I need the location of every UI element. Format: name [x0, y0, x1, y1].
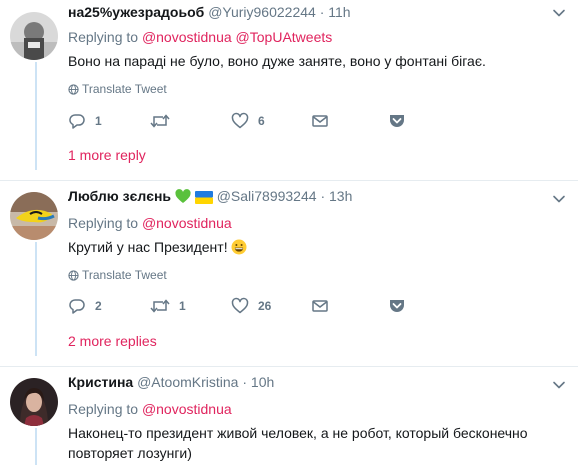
separator-dot: ·: [320, 188, 326, 204]
tweet-1[interactable]: на25%ужезрадоьоб @Yuriy96022244 · 11h Re…: [0, 0, 578, 180]
replying-prefix: Replying to: [68, 215, 139, 231]
like-button[interactable]: 26: [231, 296, 271, 316]
retweet-button[interactable]: [150, 111, 179, 131]
more-replies-link[interactable]: 2 more replies: [68, 333, 157, 349]
thread-line: [35, 428, 37, 465]
reply-icon: [69, 299, 85, 314]
translate-tweet-link[interactable]: Translate Tweet: [68, 82, 167, 96]
display-name[interactable]: Люблю зєлєнь: [68, 188, 171, 204]
ukraine-flag-icon: [194, 191, 213, 204]
timestamp[interactable]: 11h: [328, 4, 350, 20]
replying-prefix: Replying to: [68, 401, 139, 417]
chevron-down-icon[interactable]: [552, 6, 566, 20]
tweet-text: Наконец-то президент живой человек, а не…: [68, 423, 568, 463]
reply-count: 2: [95, 299, 102, 313]
tweet-2[interactable]: Люблю зєлєнь @Sali78993244 · 13h Replyin…: [0, 180, 578, 366]
timestamp[interactable]: 13h: [329, 188, 352, 204]
green-heart-icon: [175, 189, 191, 203]
avatar[interactable]: [10, 12, 58, 60]
heart-icon: [231, 112, 249, 129]
save-to-pocket-button[interactable]: [388, 296, 406, 316]
chevron-down-icon[interactable]: [552, 192, 566, 206]
replying-prefix: Replying to: [68, 29, 139, 45]
retweet-icon: [150, 114, 170, 128]
separator-dot: ·: [242, 374, 248, 390]
user-handle[interactable]: @AtoomKristina: [137, 374, 238, 390]
grinning-face-icon: [231, 239, 247, 255]
mention-link[interactable]: @novostidnua: [142, 29, 232, 45]
tweet-header: на25%ужезрадоьоб @Yuriy96022244 · 11h: [68, 4, 351, 20]
retweet-button[interactable]: 1: [150, 296, 186, 316]
direct-message-button[interactable]: [311, 111, 329, 131]
thread-line: [35, 242, 37, 356]
replying-to: Replying to @novostidnua: [68, 215, 232, 231]
heart-icon: [231, 297, 249, 314]
retweet-count: 1: [179, 299, 186, 313]
reply-count: 1: [95, 114, 102, 128]
thread-line: [35, 62, 37, 170]
direct-message-button[interactable]: [311, 296, 329, 316]
avatar[interactable]: [10, 378, 58, 426]
retweet-icon: [150, 299, 170, 313]
avatar[interactable]: [10, 192, 58, 240]
separator-dot: ·: [319, 4, 325, 20]
like-count: 6: [258, 114, 265, 128]
envelope-icon: [312, 115, 328, 127]
like-count: 26: [258, 299, 272, 313]
reply-icon: [69, 114, 85, 129]
more-replies-link[interactable]: 1 more reply: [68, 147, 146, 163]
user-handle[interactable]: @Sali78993244: [217, 188, 317, 204]
replying-to: Replying to @novostidnua @TopUAtweets: [68, 29, 332, 45]
pocket-icon: [390, 115, 404, 127]
globe-icon: [68, 270, 79, 281]
chevron-down-icon[interactable]: [552, 378, 566, 392]
envelope-icon: [312, 300, 328, 312]
tweet-text-content: Крутий у нас Президент!: [68, 239, 228, 255]
reply-button[interactable]: 2: [68, 296, 102, 316]
translate-label: Translate Tweet: [82, 268, 167, 282]
translate-label: Translate Tweet: [82, 82, 167, 96]
like-button[interactable]: 6: [231, 111, 265, 131]
mention-link[interactable]: @novostidnua: [142, 401, 232, 417]
mention-link[interactable]: @TopUAtweets: [236, 29, 333, 45]
tweet-text: Крутий у нас Президент!: [68, 237, 568, 257]
translate-tweet-link[interactable]: Translate Tweet: [68, 268, 167, 282]
save-to-pocket-button[interactable]: [388, 111, 406, 131]
tweet-text-line: повторяет лозунги): [68, 445, 192, 461]
replying-to: Replying to @novostidnua: [68, 401, 232, 417]
user-handle[interactable]: @Yuriy96022244: [208, 4, 316, 20]
tweet-header: Люблю зєлєнь @Sali78993244 · 13h: [68, 188, 352, 204]
pocket-icon: [390, 300, 404, 312]
tweet-header: Кристина @AtoomKristina · 10h: [68, 374, 274, 390]
mention-link[interactable]: @novostidnua: [142, 215, 232, 231]
timestamp[interactable]: 10h: [251, 374, 274, 390]
tweet-text-line: Наконец-то президент живой человек, а не…: [68, 425, 528, 441]
tweet-3[interactable]: Кристина @AtoomKristina · 10h Replying t…: [0, 366, 578, 465]
display-name[interactable]: на25%ужезрадоьоб: [68, 4, 204, 20]
display-name[interactable]: Кристина: [68, 374, 133, 390]
globe-icon: [68, 84, 79, 95]
tweet-text: Воно на параді не було, воно дуже заняте…: [68, 53, 486, 69]
reply-button[interactable]: 1: [68, 111, 102, 131]
